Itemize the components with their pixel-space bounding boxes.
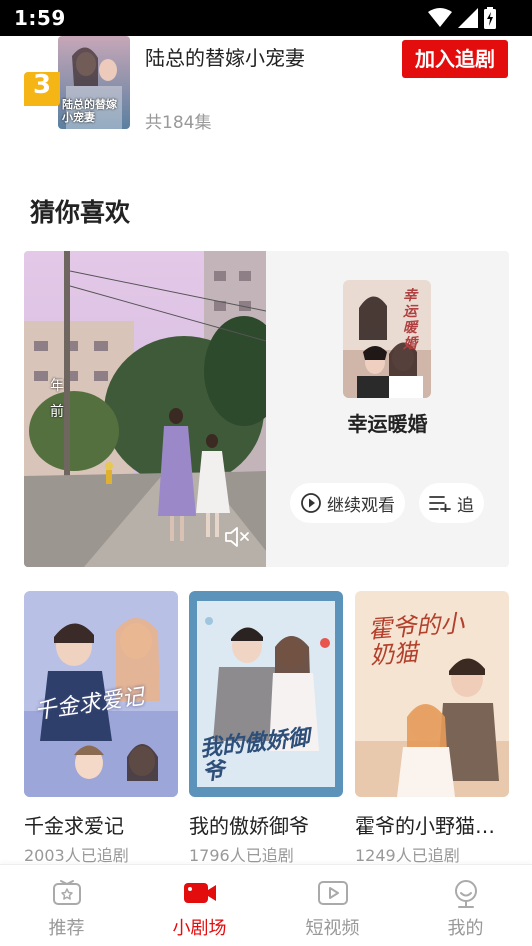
drama-title: 我的傲娇御爷 [189, 814, 309, 838]
nav-tab-short-video[interactable]: 短视频 [266, 865, 399, 946]
drama-poster[interactable]: 霍爷的小奶猫 [355, 591, 509, 797]
recommend-icon [52, 880, 81, 905]
drama-poster[interactable]: 我的傲娇御爷 [189, 591, 343, 797]
poster-title-art: 霍爷的小奶猫 [367, 609, 465, 670]
ranked-drama-item[interactable]: 陆总的替嫁小宠妻 3 陆总的替嫁小宠妻 共184集 加入追剧 [0, 36, 532, 146]
continue-watching-label: 继续观看 [327, 495, 395, 516]
nav-label: 我的 [447, 918, 484, 939]
drama-poster[interactable]: 千金求爱记 [24, 591, 178, 797]
cover-title-art: 幸运暖婚 [403, 288, 417, 352]
battery-icon [484, 7, 496, 29]
nav-label: 推荐 [48, 918, 85, 939]
nav-label: 小剧场 [172, 918, 227, 939]
featured-drama-title: 幸运暖婚 [347, 412, 428, 436]
mute-icon[interactable] [224, 526, 250, 548]
nav-tab-theater[interactable]: 小剧场 [133, 865, 266, 946]
video-caption: 年前 [50, 378, 64, 420]
drama-card[interactable]: 我的傲娇御爷 我的傲娇御爷 1796人已追剧 [189, 591, 343, 866]
drama-card[interactable]: 千金求爱记 千金求爱记 2003人已追剧 [24, 591, 178, 866]
theater-camera-icon [183, 883, 216, 903]
profile-icon [454, 880, 477, 908]
follower-count: 1796人已追剧 [189, 846, 294, 865]
continue-watching-button[interactable]: 继续观看 [290, 483, 405, 523]
follower-count: 1249人已追剧 [355, 846, 460, 865]
drama-poster[interactable]: 陆总的替嫁小宠妻 [58, 36, 130, 129]
follower-count: 2003人已追剧 [24, 846, 129, 865]
episode-count: 共184集 [145, 113, 212, 133]
drama-title: 霍爷的小野猫… [355, 814, 495, 838]
status-time: 1:59 [14, 6, 66, 30]
poster-title: 陆总的替嫁小宠妻 [62, 98, 117, 124]
wifi-icon [428, 8, 452, 27]
status-bar: 1:59 [0, 0, 532, 36]
follow-drama-button[interactable]: 追 [419, 483, 484, 523]
drama-cover[interactable]: 幸运暖婚 [343, 280, 431, 398]
section-title: 猜你喜欢 [30, 198, 131, 227]
nav-tab-profile[interactable]: 我的 [399, 865, 532, 946]
nav-tab-recommend[interactable]: 推荐 [0, 865, 133, 946]
add-to-watchlist-button[interactable]: 加入追剧 [402, 40, 508, 78]
signal-icon [458, 8, 478, 28]
rank-number: 3 [33, 70, 52, 100]
featured-drama-card[interactable]: 年前 幸运暖婚 幸运暖婚 继续观看 追 [24, 251, 509, 567]
play-circle-icon [301, 493, 321, 513]
bottom-navigation: 推荐 小剧场 短视频 我的 [0, 864, 532, 946]
short-video-icon [317, 881, 348, 905]
drama-card[interactable]: 霍爷的小奶猫 霍爷的小野猫… 1249人已追剧 [355, 591, 509, 866]
rank-badge: 3 [24, 70, 60, 106]
follow-label: 追 [457, 495, 474, 516]
nav-label: 短视频 [305, 918, 360, 939]
status-icons [428, 7, 496, 29]
drama-title: 陆总的替嫁小宠妻 [145, 46, 305, 70]
video-preview[interactable]: 年前 [24, 251, 266, 567]
add-to-list-icon [429, 496, 451, 512]
drama-title: 千金求爱记 [24, 814, 124, 838]
